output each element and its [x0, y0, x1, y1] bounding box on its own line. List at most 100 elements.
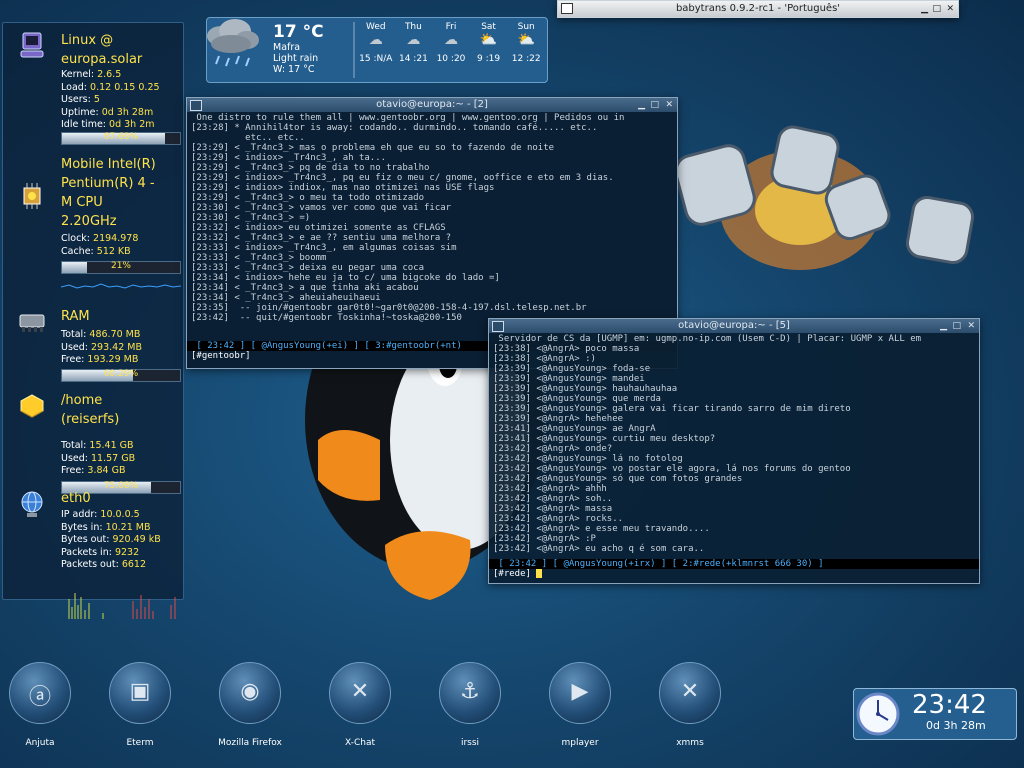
forecast-day: Sat ⛅ 9 :19: [470, 22, 508, 80]
terminal-line: [23:34] < indiox> hehe eu ja to c/ uma b…: [191, 273, 500, 283]
dock-label: xmms: [676, 738, 704, 748]
terminal-line: [23:29] < _Tr4nc3_> pq de dia to no trab…: [191, 163, 430, 173]
terminal-line: [23:38] <@AngrA> poco massa: [493, 344, 640, 354]
maximize-icon[interactable]: □: [932, 1, 941, 17]
weather-condition: Light rain: [273, 53, 319, 64]
terminal-line: [23:29] < _Tr4nc3_> o meu ta todo otimiz…: [191, 193, 424, 203]
terminal-line: [23:39] <@AngusYoung> hauhauhauhaa: [493, 384, 678, 394]
cpu-usage-bar: 21%: [61, 261, 181, 274]
terminal-line: [23:39] <@AngusYoung> foda-se: [493, 364, 651, 374]
forecast-day: Thu ☁ 14 :21: [395, 22, 433, 80]
ram-usage-bar: 60.29%: [61, 369, 181, 382]
terminal-line: [23:33] < _Tr4nc3_> boomm: [191, 253, 327, 263]
xchat-icon[interactable]: ✕: [329, 662, 391, 724]
sun-cloud-icon: ⛅: [479, 32, 498, 48]
dock-label: irssi: [460, 738, 480, 748]
close-icon[interactable]: ✕: [946, 1, 954, 17]
irssi-status-bar: [ 23:42 ] [ @AngusYoung(+irx) ] [ 2:#red…: [489, 559, 979, 569]
terminal-line: [23:42] <@AngrA> e esse meu travando....: [493, 524, 710, 534]
terminal-line: [23:35] -- join/#gentoobr gar0t0!~gar0t0…: [191, 303, 587, 313]
terminal-line: One distro to rule them all | www.gentoo…: [191, 113, 625, 123]
close-icon[interactable]: ✕: [665, 98, 673, 112]
dock-launcher-mozilla-firefox[interactable]: ◉ Mozilla Firefox: [206, 662, 294, 748]
clock-widget[interactable]: 23:42 0d 3h 28m: [853, 688, 1017, 740]
dock-launcher-xmms[interactable]: ✕ xmms: [646, 662, 734, 748]
terminal-line: [23:29] < indiox> _Tr4nc3_, pq eu fiz o …: [191, 173, 614, 183]
terminal-line: [23:41] <@AngusYoung> curtiu meu desktop…: [493, 434, 716, 444]
irssi-icon[interactable]: ⚓: [439, 662, 501, 724]
maximize-icon[interactable]: □: [650, 98, 659, 112]
dock-launcher-irssi[interactable]: ⚓ irssi: [426, 662, 514, 748]
dock-launcher-anjuta[interactable]: ⓐ Anjuta: [0, 662, 84, 748]
minimize-icon[interactable]: ▁: [921, 1, 928, 17]
terminal-line: [23:42] <@AngrA> :P: [493, 534, 596, 544]
minimize-icon[interactable]: ▁: [638, 98, 645, 112]
maximize-icon[interactable]: □: [952, 319, 961, 333]
terminal-icon[interactable]: ▣: [109, 662, 171, 724]
dock-label: Mozilla Firefox: [218, 738, 282, 748]
forecast-day: Fri ☁ 10 :20: [432, 22, 470, 80]
cpu-graph: [61, 283, 181, 289]
cloud-icon: ☁: [368, 32, 383, 48]
dock-label: X-Chat: [345, 738, 375, 748]
terminal-window-irssi-rede[interactable]: otavio@europa:~ - [5] ▁ □ ✕ Servidor de …: [488, 318, 980, 584]
terminal-line: [23:28] * Annihil4tor is away: codando..…: [191, 123, 598, 133]
network-title: eth0: [61, 491, 91, 506]
network-section: eth0 IP addr: 10.0.0.5 Bytes in: 10.21 M…: [3, 481, 183, 619]
cloud-icon: ☁: [406, 32, 421, 48]
window-menu-icon[interactable]: [190, 100, 202, 111]
clock-icon: [856, 692, 900, 736]
weather-forecast: Wed ☁ 15 :N/A Thu ☁ 14 :21 Fri ☁ 10 :20 …: [357, 22, 545, 80]
disk-title: /home (reiserfs): [61, 393, 120, 427]
terminal-output[interactable]: One distro to rule them all | www.gentoo…: [187, 112, 677, 336]
network-traffic-graph: [68, 593, 176, 619]
weather-location: Mafra: [273, 42, 301, 53]
terminal-line: [23:39] <@AngusYoung> galera vai ficar t…: [493, 404, 851, 414]
terminal-title: otavio@europa:~ - [2]: [376, 99, 488, 110]
cpu-icon: [23, 183, 41, 209]
terminal-line: [23:42] <@AngrA> soh..: [493, 494, 613, 504]
xmms-icon[interactable]: ✕: [659, 662, 721, 724]
hard-disk-icon: [20, 394, 44, 418]
window-menu-icon[interactable]: [561, 3, 573, 14]
babytrans-window[interactable]: babytrans 0.9.2-rc1 - 'Português' ▁ □ ✕: [557, 0, 959, 18]
weather-widget[interactable]: 17 °C Mafra Light rain W: 17 °C Wed ☁ 15…: [206, 17, 548, 83]
minimize-icon[interactable]: ▁: [940, 319, 947, 333]
ram-section: RAM Total: 486.70 MB Used: 293.42 MB Fre…: [3, 299, 183, 387]
terminal-line: [23:33] < indiox> _Tr4nc3_, em algumas c…: [191, 243, 457, 253]
dock-launcher-x-chat[interactable]: ✕ X-Chat: [316, 662, 404, 748]
dock-label: Anjuta: [25, 738, 55, 748]
system-monitor-panel: Linux @ europa.solar Kernel: 2.6.5 Load: …: [2, 22, 184, 619]
terminal-line: [23:32] < _Tr4nc3_> e ae ?? sentiu uma m…: [191, 233, 452, 243]
firefox-icon[interactable]: ◉: [219, 662, 281, 724]
network-globe-icon: [21, 491, 43, 517]
close-icon[interactable]: ✕: [967, 319, 975, 333]
terminal-line: [23:42] <@AngrA> massa: [493, 504, 613, 514]
window-menu-icon[interactable]: [492, 321, 504, 332]
clock-uptime: 0d 3h 28m: [926, 719, 986, 732]
anjuta-icon[interactable]: ⓐ: [9, 662, 71, 724]
irssi-input-line[interactable]: [#rede]: [489, 569, 979, 579]
terminal-line: etc.. etc..: [191, 133, 305, 143]
dock-launcher-mplayer[interactable]: ▶ mplayer: [536, 662, 624, 748]
terminal-line: [23:41] <@AngusYoung> ae AngrA: [493, 424, 656, 434]
terminal-line: [23:42] <@AngrA> onde?: [493, 444, 613, 454]
terminal-line: [23:29] < indiox> _Tr4nc3_, ah ta...: [191, 153, 387, 163]
terminal-line: [23:38] <@AngrA> :): [493, 354, 596, 364]
dock-launcher-eterm[interactable]: ▣ Eterm: [96, 662, 184, 748]
terminal-line: [23:34] < _Tr4nc3_> aheuiaheuihaeui: [191, 293, 381, 303]
forecast-day: Sun ⛅ 12 :22: [507, 22, 545, 80]
dock-label: Eterm: [126, 738, 154, 748]
weather-temp: 17 °C: [273, 22, 324, 42]
babytrans-title: babytrans 0.9.2-rc1 - 'Português': [675, 3, 841, 14]
terminal-line: [23:42] <@AngusYoung> vo postar ele agor…: [493, 464, 851, 474]
disk-section: /home (reiserfs) Total: 15.41 GB Used: 11…: [3, 383, 183, 494]
terminal-line: [23:42] <@AngrA> eu acho q é som cara..: [493, 544, 705, 554]
terminal-line: [23:39] <@AngusYoung> mandei: [493, 374, 645, 384]
terminal-title: otavio@europa:~ - [5]: [678, 320, 790, 331]
system-section: Linux @ europa.solar Kernel: 2.6.5 Load: …: [3, 23, 183, 151]
terminal-output[interactable]: Servidor de CS da [UGMP] em: ugmp.no-ip.…: [489, 333, 979, 559]
terminal-line: [23:32] < indiox> eu otimizei somente as…: [191, 223, 446, 233]
terminal-line: [23:42] <@AngusYoung> só que com fotos g…: [493, 474, 743, 484]
mplayer-icon[interactable]: ▶: [549, 662, 611, 724]
